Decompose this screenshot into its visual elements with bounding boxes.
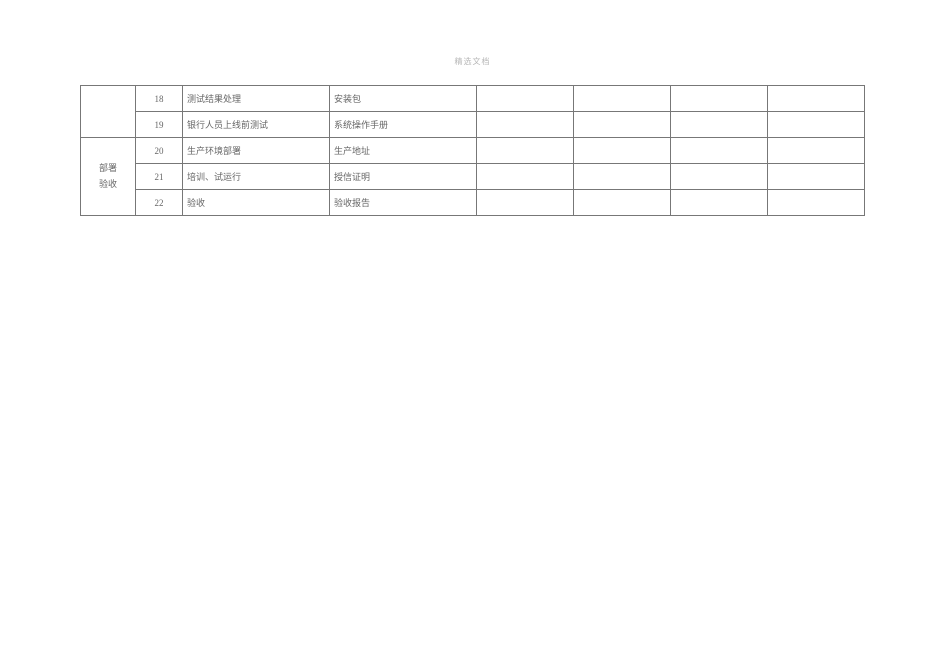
category-cell-deployment-acceptance: 部署 验收	[81, 138, 136, 216]
table-row: 22 验收 验收报告	[81, 190, 865, 216]
row-number: 18	[136, 86, 183, 112]
row-blank	[768, 138, 865, 164]
document-table-wrapper: 18 测试结果处理 安装包 19 银行人员上线前测试 系统操作手册	[80, 85, 865, 216]
row-blank	[477, 190, 574, 216]
project-phase-table: 18 测试结果处理 安装包 19 银行人员上线前测试 系统操作手册	[80, 85, 865, 216]
row-blank	[671, 86, 768, 112]
row-blank	[768, 112, 865, 138]
table-row: 19 银行人员上线前测试 系统操作手册	[81, 112, 865, 138]
row-number: 21	[136, 164, 183, 190]
table-row: 18 测试结果处理 安装包	[81, 86, 865, 112]
row-task: 培训、试运行	[183, 164, 330, 190]
row-blank	[574, 86, 671, 112]
table-row: 21 培训、试运行 授信证明	[81, 164, 865, 190]
row-blank	[574, 138, 671, 164]
category-line1: 部署	[99, 163, 117, 173]
row-deliverable: 授信证明	[330, 164, 477, 190]
row-task: 测试结果处理	[183, 86, 330, 112]
row-blank	[671, 190, 768, 216]
row-number: 20	[136, 138, 183, 164]
row-task: 银行人员上线前测试	[183, 112, 330, 138]
row-blank	[768, 190, 865, 216]
row-blank	[671, 164, 768, 190]
row-deliverable: 系统操作手册	[330, 112, 477, 138]
row-deliverable: 生产地址	[330, 138, 477, 164]
category-cell-empty	[81, 86, 136, 138]
row-blank	[477, 138, 574, 164]
category-line2: 验收	[99, 179, 117, 189]
row-task: 验收	[183, 190, 330, 216]
page-header-watermark: 精选文档	[0, 0, 945, 85]
row-blank	[768, 164, 865, 190]
row-blank	[574, 190, 671, 216]
row-blank	[477, 112, 574, 138]
row-blank	[477, 86, 574, 112]
row-blank	[671, 112, 768, 138]
row-deliverable: 安装包	[330, 86, 477, 112]
row-blank	[574, 164, 671, 190]
table-row: 部署 验收 20 生产环境部署 生产地址	[81, 138, 865, 164]
row-number: 19	[136, 112, 183, 138]
row-blank	[477, 164, 574, 190]
row-deliverable: 验收报告	[330, 190, 477, 216]
row-blank	[574, 112, 671, 138]
row-number: 22	[136, 190, 183, 216]
row-blank	[768, 86, 865, 112]
row-task: 生产环境部署	[183, 138, 330, 164]
row-blank	[671, 138, 768, 164]
